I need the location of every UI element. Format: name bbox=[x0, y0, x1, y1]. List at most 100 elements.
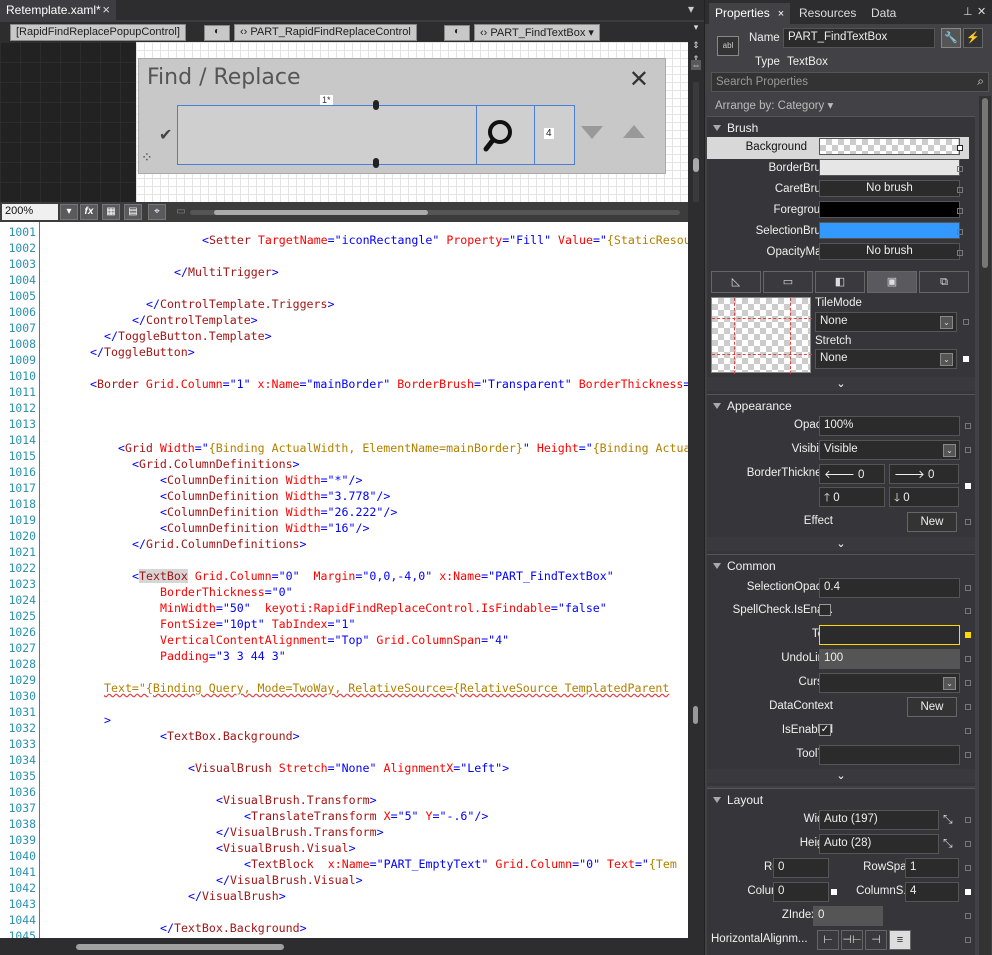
property-marker[interactable] bbox=[965, 519, 971, 525]
property-marker[interactable] bbox=[963, 319, 969, 325]
stretch-dropdown[interactable]: None ⌄ bbox=[815, 349, 957, 369]
align-left-icon[interactable]: ⊢ bbox=[817, 930, 839, 950]
property-marker[interactable] bbox=[957, 250, 963, 256]
tooltip-input[interactable] bbox=[819, 745, 960, 765]
text-input[interactable] bbox=[819, 625, 960, 645]
zoom-dropdown-icon[interactable]: ▾ bbox=[60, 204, 78, 220]
border-bottom-input[interactable]: 🡓 0 bbox=[889, 487, 959, 507]
new-datacontext-button[interactable]: New bbox=[907, 697, 957, 717]
close-panel-icon[interactable]: ✕ bbox=[977, 5, 986, 18]
tab-properties[interactable]: Properties × bbox=[709, 3, 791, 24]
new-effect-button[interactable]: New bbox=[907, 512, 957, 532]
collapse-icon[interactable] bbox=[713, 403, 721, 409]
annotation-icon[interactable]: ▭ bbox=[172, 204, 190, 220]
property-marker[interactable] bbox=[965, 817, 971, 823]
expand-more-icon[interactable]: ⌄ bbox=[707, 769, 975, 783]
isenabled-checkbox[interactable]: ✓ bbox=[819, 724, 831, 736]
brush-row-background[interactable]: Background bbox=[707, 137, 969, 159]
opacity-input[interactable]: 100% bbox=[819, 416, 960, 436]
tab-dropdown-icon[interactable]: ▾ bbox=[691, 22, 701, 32]
height-input[interactable]: Auto (28) bbox=[819, 834, 939, 854]
grid-toggle-icon[interactable]: ▦ bbox=[102, 204, 120, 220]
property-marker[interactable] bbox=[965, 913, 971, 919]
cursor-dropdown[interactable]: ⌄ bbox=[819, 673, 960, 693]
scrollbar-thumb[interactable] bbox=[76, 944, 284, 950]
designer-horizontal-scrollbar[interactable] bbox=[190, 210, 680, 215]
property-marker[interactable] bbox=[957, 145, 963, 151]
collapse-icon[interactable] bbox=[713, 125, 721, 131]
auto-size-icon[interactable]: ⤡ bbox=[943, 812, 953, 827]
property-marker[interactable] bbox=[965, 423, 971, 429]
expand-more-icon[interactable]: ⌄ bbox=[707, 377, 975, 391]
lightning-icon[interactable]: ⚡ bbox=[963, 28, 983, 48]
property-marker[interactable] bbox=[957, 166, 963, 172]
property-marker[interactable] bbox=[965, 632, 971, 638]
formula-toggle-button[interactable]: fx bbox=[80, 204, 98, 220]
property-marker[interactable] bbox=[965, 585, 971, 591]
breadcrumb-item-find-textbox[interactable]: ‹› PART_FindTextBox ▾ bbox=[474, 24, 600, 41]
property-marker[interactable] bbox=[831, 889, 837, 895]
visibility-dropdown[interactable]: Visible ⌄ bbox=[819, 440, 960, 460]
tab-data[interactable]: Data bbox=[865, 3, 902, 24]
property-marker[interactable] bbox=[965, 483, 971, 489]
tile-brush-tab[interactable]: ▣ bbox=[867, 271, 917, 293]
template-icon[interactable]: ◐ bbox=[204, 25, 230, 41]
undolimit-input[interactable]: 100 bbox=[819, 649, 960, 669]
zoom-level-input[interactable]: 200% bbox=[2, 204, 58, 220]
null-brush-tab[interactable]: ◺ bbox=[711, 271, 761, 293]
property-marker[interactable] bbox=[963, 356, 969, 362]
property-marker[interactable] bbox=[965, 752, 971, 758]
auto-size-icon[interactable]: ⤡ bbox=[943, 836, 953, 851]
collapse-icon[interactable] bbox=[713, 797, 721, 803]
spellcheck-checkbox[interactable] bbox=[819, 604, 831, 616]
width-input[interactable]: Auto (197) bbox=[819, 810, 939, 830]
property-marker[interactable] bbox=[965, 728, 971, 734]
design-surface[interactable]: Find / Replace ✕ 1* 4 ✔ ⁘ bbox=[0, 42, 688, 202]
border-right-input[interactable]: 🡒 0 bbox=[889, 464, 959, 484]
brush-row-borderbrush[interactable]: BorderBrush bbox=[707, 158, 992, 180]
wrench-icon[interactable]: 🔧 bbox=[941, 28, 961, 48]
brush-swatch[interactable]: No brush bbox=[819, 180, 960, 197]
find-replace-preview[interactable]: Find / Replace ✕ 1* 4 ✔ ⁘ bbox=[138, 58, 666, 174]
tilemode-dropdown[interactable]: None ⌄ bbox=[815, 312, 957, 332]
column-input[interactable]: 0 bbox=[773, 882, 829, 902]
brush-swatch[interactable] bbox=[819, 201, 960, 218]
border-left-input[interactable]: 🡐 0 bbox=[819, 464, 885, 484]
xaml-code-view[interactable]: 1001 1002 1003 1004 1005 1006 1007 1008 1009 1010… bbox=[0, 222, 688, 938]
property-marker[interactable] bbox=[965, 656, 971, 662]
property-marker[interactable] bbox=[965, 865, 971, 871]
brush-swatch[interactable] bbox=[819, 138, 960, 155]
property-marker[interactable] bbox=[965, 447, 971, 453]
align-center-icon[interactable]: ⊣⊢ bbox=[841, 930, 863, 950]
code-horizontal-scrollbar[interactable] bbox=[0, 938, 688, 955]
breadcrumb-item-replace-control[interactable]: ‹› PART_RapidFindReplaceControl bbox=[234, 24, 417, 41]
code-vertical-scrollbar[interactable] bbox=[688, 222, 704, 938]
align-stretch-icon[interactable]: ≡ bbox=[889, 930, 911, 950]
scrollbar-thumb[interactable] bbox=[214, 210, 428, 215]
align-right-icon[interactable]: ⊣ bbox=[865, 930, 887, 950]
solid-brush-tab[interactable]: ▭ bbox=[763, 271, 813, 293]
pin-icon[interactable]: ⊥ bbox=[963, 5, 973, 18]
selectionopacity-input[interactable]: 0.4 bbox=[819, 578, 960, 598]
horizontal-split-icon[interactable]: ⇔ bbox=[691, 60, 701, 70]
zindex-input[interactable]: 0 bbox=[813, 906, 883, 926]
property-marker[interactable] bbox=[965, 937, 971, 943]
brush-swatch[interactable] bbox=[819, 159, 960, 176]
resize-handle-top[interactable] bbox=[373, 100, 379, 110]
property-marker[interactable] bbox=[965, 841, 971, 847]
document-tab[interactable]: Retemplate.xaml* × bbox=[0, 0, 116, 22]
collapse-icon[interactable] bbox=[713, 563, 721, 569]
gradient-brush-tab[interactable]: ◧ bbox=[815, 271, 865, 293]
property-marker[interactable] bbox=[965, 889, 971, 895]
resize-handle-bottom[interactable] bbox=[373, 158, 379, 168]
tab-resources[interactable]: Resources bbox=[793, 3, 862, 24]
close-tab-icon[interactable]: × bbox=[778, 8, 784, 20]
dropdown-icon[interactable]: ▾ bbox=[688, 2, 694, 16]
close-tab-icon[interactable]: × bbox=[102, 2, 110, 17]
columnspan-input[interactable]: 4 bbox=[905, 882, 959, 902]
split-icon[interactable]: ⇕ bbox=[691, 40, 701, 50]
name-field[interactable]: PART_FindTextBox bbox=[783, 28, 935, 48]
border-top-input[interactable]: 🡑 0 bbox=[819, 487, 885, 507]
scrollbar-thumb[interactable] bbox=[693, 158, 699, 172]
property-marker[interactable] bbox=[965, 680, 971, 686]
